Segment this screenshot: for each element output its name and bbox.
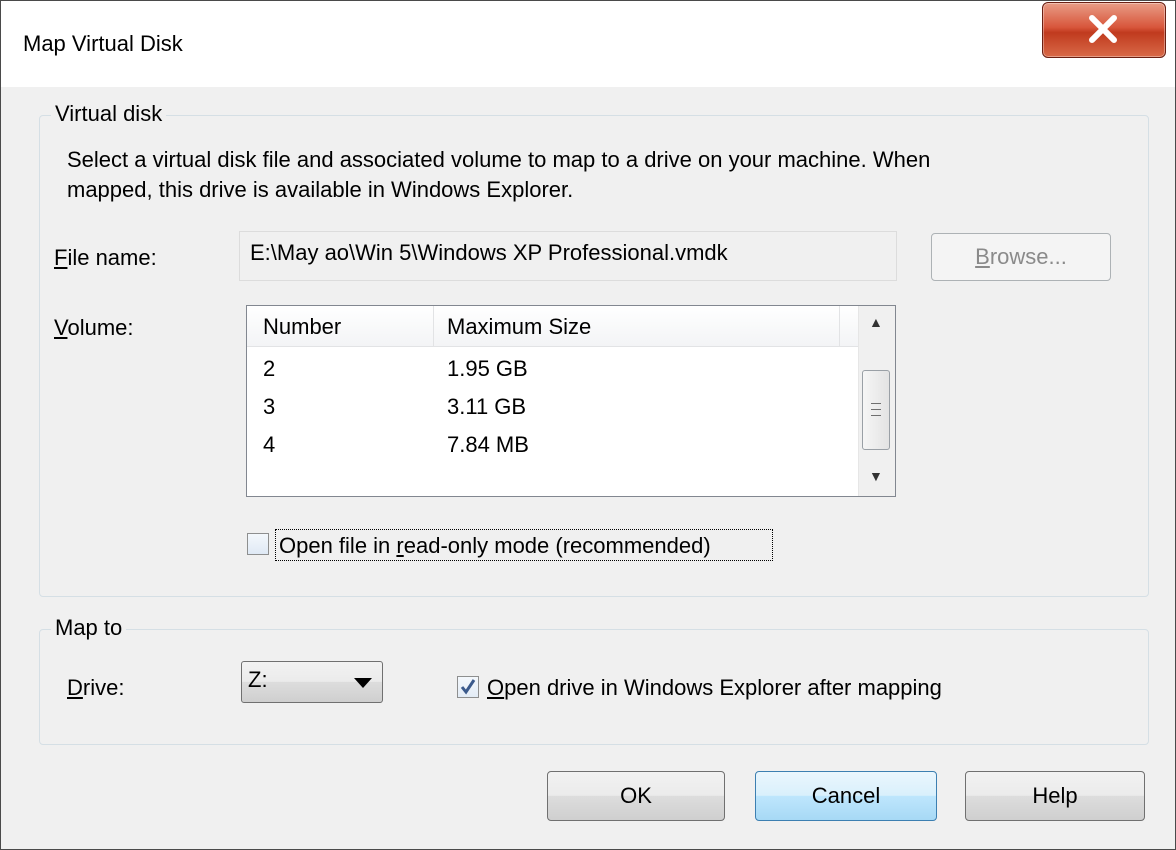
column-header-number[interactable]: Number <box>263 314 341 340</box>
dialog-body: Virtual disk Select a virtual disk file … <box>9 87 1167 843</box>
readonly-checkbox[interactable] <box>247 533 269 555</box>
map-virtual-disk-dialog: Map Virtual Disk Virtual disk Select a v… <box>0 0 1176 850</box>
description-line-2: mapped, this drive is available in Windo… <box>67 177 574 202</box>
volume-size: 1.95 GB <box>447 356 528 381</box>
list-item[interactable]: 4 7.84 MB <box>247 428 859 466</box>
volume-size: 7.84 MB <box>447 432 529 457</box>
column-separator <box>839 306 840 346</box>
scroll-down-arrow-icon[interactable]: ▼ <box>869 468 883 484</box>
volume-number: 4 <box>263 432 276 457</box>
volume-size: 3.11 GB <box>447 394 527 419</box>
file-name-value: E:\May ao\Win 5\Windows XP Professional.… <box>250 240 728 265</box>
open-explorer-label[interactable]: Open drive in Windows Explorer after map… <box>487 675 942 701</box>
column-separator <box>433 306 434 346</box>
description-line-1: Select a virtual disk file and associate… <box>67 147 931 172</box>
scrollbar-thumb[interactable] <box>862 370 890 450</box>
checkmark-icon <box>460 679 476 695</box>
scroll-up-arrow-icon[interactable]: ▲ <box>869 314 883 330</box>
column-header-maximum-size[interactable]: Maximum Size <box>447 314 591 340</box>
map-to-legend: Map to <box>51 615 127 641</box>
volume-list[interactable]: Number Maximum Size 2 1.95 GB 3 3.11 GB … <box>246 305 896 497</box>
drive-label: Drive: <box>67 675 125 700</box>
open-explorer-checkbox[interactable] <box>457 676 479 698</box>
browse-button[interactable]: Browse... <box>931 233 1111 281</box>
window-title: Map Virtual Disk <box>23 31 183 56</box>
drive-dropdown[interactable]: Z: <box>241 661 383 703</box>
title-bar: Map Virtual Disk <box>1 1 1175 87</box>
grip-line <box>871 415 881 416</box>
ok-button[interactable]: OK <box>547 771 725 821</box>
chevron-down-icon <box>354 678 372 688</box>
close-icon <box>1089 15 1117 43</box>
virtual-disk-legend: Virtual disk <box>51 101 167 127</box>
volume-list-scrollbar[interactable]: ▲ ▼ <box>858 306 895 496</box>
volume-number: 2 <box>263 356 276 381</box>
volume-number: 3 <box>263 394 276 419</box>
list-item[interactable]: 2 1.95 GB <box>247 352 859 390</box>
cancel-button[interactable]: Cancel <box>755 771 937 821</box>
help-button[interactable]: Help <box>965 771 1145 821</box>
close-button[interactable] <box>1042 2 1166 58</box>
grip-line <box>871 403 881 404</box>
volume-label: Volume: <box>54 315 134 340</box>
list-item[interactable]: 3 3.11 GB <box>247 390 859 428</box>
readonly-label[interactable]: Open file in read-only mode (recommended… <box>279 533 711 559</box>
file-name-field: E:\May ao\Win 5\Windows XP Professional.… <box>239 231 897 281</box>
grip-line <box>871 409 881 410</box>
drive-value: Z: <box>248 667 268 692</box>
file-name-label: File name: <box>54 245 157 270</box>
volume-list-header: Number Maximum Size <box>247 306 859 347</box>
